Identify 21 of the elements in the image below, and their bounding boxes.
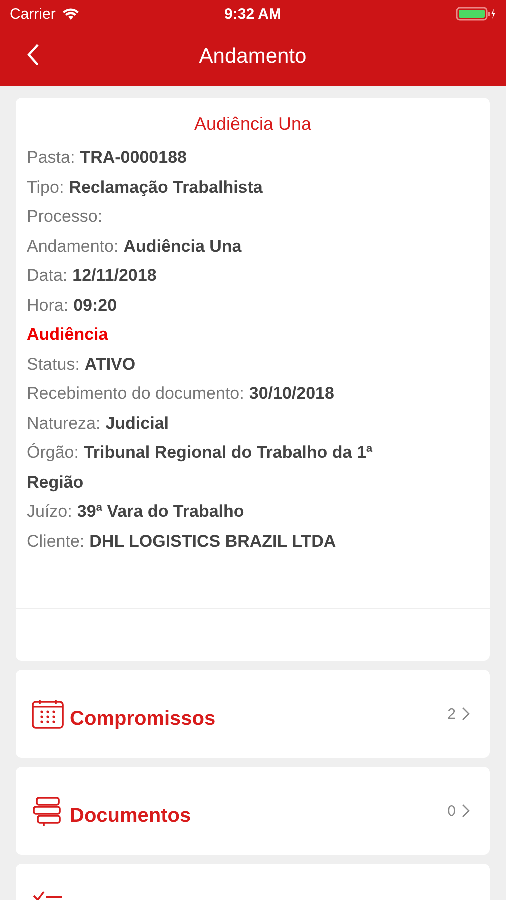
status-time: 9:32 AM xyxy=(224,6,282,22)
section-heading: Audiência xyxy=(27,324,110,346)
item-count: 0 xyxy=(448,802,456,820)
detail-title: Audiência Una xyxy=(193,114,313,135)
item-count: 2 xyxy=(448,706,456,722)
menu-row[interactable]: Compromissos 2 xyxy=(16,670,490,758)
detail-field: Pasta: TRA-0000188 xyxy=(27,143,479,172)
detail-field: Hora: 09:20 xyxy=(27,290,479,320)
menu-row[interactable]: Documentos 0 xyxy=(16,767,490,855)
detail-field: Tipo: Reclamação Trabalhista xyxy=(27,172,479,202)
detail-field: Processo: xyxy=(27,202,479,232)
detail-field: Órgão: Tribunal Regional do Trabalho da 1ª Região xyxy=(27,438,479,497)
detail-field: Data: 12/11/2018 xyxy=(27,261,479,290)
detail-field: Andamento: Audiência Una xyxy=(27,232,479,261)
detail-field: Cliente: DHL LOGISTICS BRAZIL LTDA xyxy=(27,526,479,556)
screen-title: Andamento xyxy=(199,45,307,69)
detail-field: Natureza: Judicial xyxy=(27,408,479,438)
detail-field: Juízo: 39ª Vara do Trabalho xyxy=(27,497,479,526)
detail-field: Status: ATIVO xyxy=(27,350,479,379)
detail-field: Recebimento do documento: 30/10/2018 xyxy=(27,379,479,408)
carrier-name: Carrier xyxy=(10,6,56,22)
